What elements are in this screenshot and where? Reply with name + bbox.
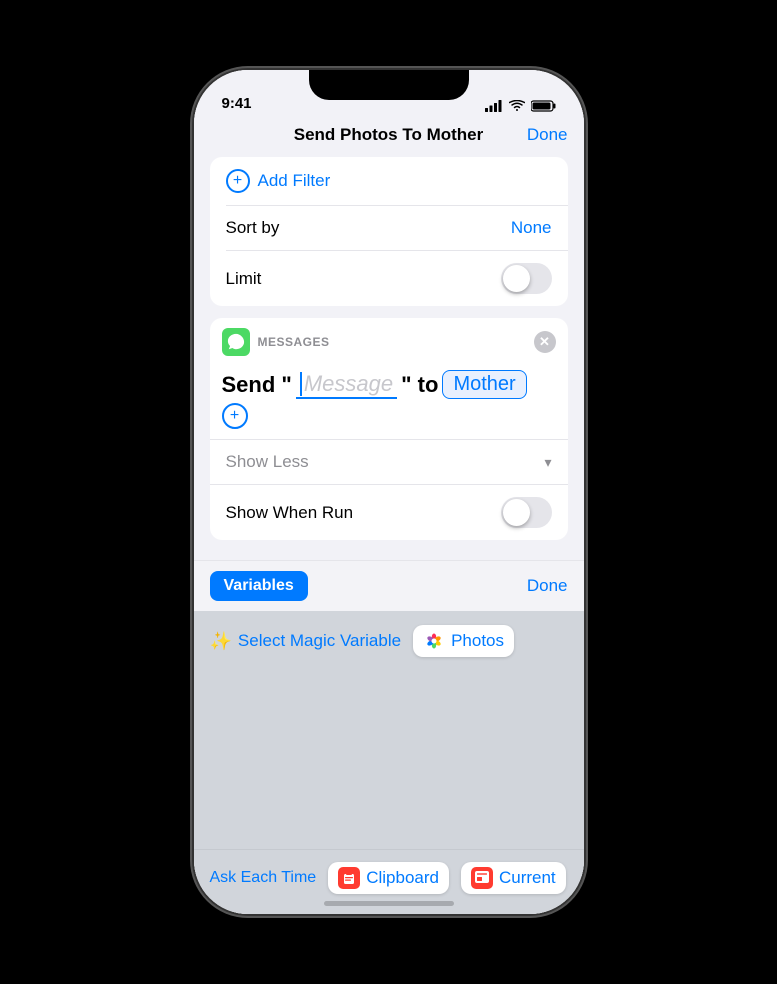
variables-done-button[interactable]: Done bbox=[527, 576, 568, 596]
send-suffix: " to bbox=[401, 372, 438, 398]
signal-icon bbox=[485, 100, 503, 112]
limit-label: Limit bbox=[226, 269, 262, 289]
wifi-icon bbox=[509, 100, 525, 112]
variables-bar: Variables Done bbox=[194, 560, 584, 611]
add-filter-label: Add Filter bbox=[258, 171, 331, 191]
text-cursor bbox=[300, 372, 302, 396]
current-icon bbox=[471, 867, 493, 889]
toggle-thumb bbox=[503, 265, 530, 292]
close-button[interactable]: ✕ bbox=[534, 331, 556, 353]
battery-icon bbox=[531, 100, 556, 112]
limit-row: Limit bbox=[210, 251, 568, 306]
home-indicator bbox=[324, 901, 454, 906]
messages-app-icon bbox=[222, 328, 250, 356]
show-when-run-label: Show When Run bbox=[226, 503, 354, 523]
variable-options-row: ✨ Select Magic Variable bbox=[210, 625, 568, 657]
clipboard-chip[interactable]: Clipboard bbox=[328, 862, 449, 894]
variables-button[interactable]: Variables bbox=[210, 571, 308, 601]
sort-label: Sort by bbox=[226, 218, 280, 238]
clipboard-chip-label: Clipboard bbox=[366, 868, 439, 888]
show-when-run-toggle[interactable] bbox=[501, 497, 552, 528]
current-chip[interactable]: Current bbox=[461, 862, 566, 894]
sort-row[interactable]: Sort by None bbox=[210, 206, 568, 250]
show-when-run-row: Show When Run bbox=[210, 484, 568, 540]
show-when-run-toggle-thumb bbox=[503, 499, 530, 526]
add-recipient-button[interactable]: + bbox=[222, 403, 248, 429]
magic-variable-label: Select Magic Variable bbox=[238, 631, 401, 651]
messages-header: MESSAGES ✕ bbox=[210, 318, 568, 364]
spacer-area bbox=[194, 744, 584, 849]
photos-chip-label: Photos bbox=[451, 631, 504, 651]
sort-value: None bbox=[511, 218, 552, 238]
messages-app-label: MESSAGES bbox=[258, 335, 330, 349]
show-less-label: Show Less bbox=[226, 452, 309, 472]
status-icons bbox=[485, 100, 556, 112]
message-placeholder[interactable]: Message bbox=[296, 371, 397, 399]
messages-card: MESSAGES ✕ Send " Message " to Mother bbox=[210, 318, 568, 540]
show-less-row[interactable]: Show Less ▾ bbox=[210, 439, 568, 484]
messages-app-row: MESSAGES bbox=[222, 328, 330, 356]
current-chip-label: Current bbox=[499, 868, 556, 888]
magic-variable-button[interactable]: ✨ Select Magic Variable bbox=[210, 627, 402, 656]
send-prefix: Send " bbox=[222, 372, 292, 398]
add-filter-icon: + bbox=[226, 169, 250, 193]
add-filter-row[interactable]: + Add Filter bbox=[210, 157, 568, 205]
limit-toggle[interactable] bbox=[501, 263, 552, 294]
bottom-variables-row: Ask Each Time Clipboard bbox=[210, 862, 568, 894]
chevron-down-icon: ▾ bbox=[544, 454, 551, 471]
ask-each-time-button[interactable]: Ask Each Time bbox=[210, 869, 317, 887]
nav-title: Send Photos To Mother bbox=[294, 125, 484, 145]
photos-icon bbox=[423, 630, 445, 652]
send-row: Send " Message " to Mother + bbox=[210, 364, 568, 439]
photos-chip[interactable]: Photos bbox=[413, 625, 514, 657]
message-input-area[interactable]: Message bbox=[296, 371, 397, 399]
status-time: 9:41 bbox=[222, 95, 252, 112]
variable-options-area: ✨ Select Magic Variable bbox=[194, 611, 584, 744]
magic-wand-icon: ✨ bbox=[210, 631, 232, 652]
filter-card: + Add Filter Sort by None Limit bbox=[210, 157, 568, 306]
clipboard-icon bbox=[338, 867, 360, 889]
nav-done-button[interactable]: Done bbox=[527, 125, 568, 145]
notch bbox=[309, 70, 469, 100]
recipient-chip[interactable]: Mother bbox=[442, 370, 526, 399]
